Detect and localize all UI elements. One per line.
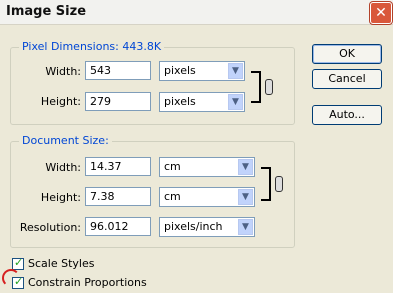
- document-size-legend: Document Size:: [19, 134, 112, 147]
- resolution-unit-select[interactable]: pixels/inch ▼: [159, 217, 255, 237]
- pixel-height-label: Height:: [40, 95, 81, 108]
- pixel-width-unit-value: pixels: [164, 64, 196, 77]
- doc-height-input[interactable]: 7.38: [85, 187, 151, 206]
- doc-height-unit-value: cm: [164, 190, 181, 203]
- pixel-link-bracket: [251, 71, 261, 103]
- chevron-down-icon[interactable]: ▼: [228, 63, 243, 79]
- pixel-height-unit-select[interactable]: pixels ▼: [159, 92, 245, 112]
- window-title: Image Size: [6, 4, 87, 19]
- resolution-unit-value: pixels/inch: [164, 220, 223, 233]
- chevron-down-icon[interactable]: ▼: [238, 219, 253, 235]
- pixel-height-input[interactable]: 279: [85, 92, 151, 111]
- annotation-circle: [2, 269, 20, 287]
- pixel-dimensions-group: Pixel Dimensions: 443.8K Width: 543 pixe…: [10, 40, 295, 125]
- auto-button[interactable]: Auto...: [312, 105, 382, 125]
- doc-width-unit-value: cm: [164, 160, 181, 173]
- pixel-width-label: Width:: [45, 65, 81, 78]
- scale-styles-label: Scale Styles: [28, 257, 95, 270]
- doc-height-unit-select[interactable]: cm ▼: [159, 187, 255, 207]
- doc-height-label: Height:: [40, 191, 81, 204]
- title-bar: Image Size ✕: [0, 0, 393, 25]
- chevron-down-icon[interactable]: ▼: [228, 94, 243, 110]
- constrain-proportions-label: Constrain Proportions: [28, 276, 147, 289]
- doc-width-label: Width:: [45, 161, 81, 174]
- pixel-size-value: 443.8K: [122, 40, 162, 53]
- chain-link-icon: [265, 79, 273, 95]
- ok-button[interactable]: OK: [312, 44, 382, 64]
- close-icon: ✕: [375, 5, 387, 21]
- chevron-down-icon[interactable]: ▼: [238, 189, 253, 205]
- doc-link-bracket: [261, 167, 271, 201]
- dialog-body: Pixel Dimensions: 443.8K Width: 543 pixe…: [0, 25, 393, 293]
- cancel-button[interactable]: Cancel: [312, 69, 382, 89]
- close-button[interactable]: ✕: [370, 2, 392, 24]
- pixel-width-unit-select[interactable]: pixels ▼: [159, 61, 245, 81]
- resolution-input[interactable]: 96.012: [85, 217, 151, 236]
- pixel-width-input[interactable]: 543: [85, 61, 151, 80]
- pixel-dimensions-label: Pixel Dimensions:: [22, 40, 119, 53]
- chain-link-icon: [275, 176, 283, 192]
- scale-styles-checkbox[interactable]: ✓: [12, 256, 24, 270]
- document-size-group: Document Size: Width: 14.37 cm ▼ Height:…: [10, 134, 295, 248]
- pixel-dimensions-legend: Pixel Dimensions: 443.8K: [19, 40, 165, 53]
- checkmark-icon: ✓: [14, 256, 24, 269]
- resolution-label: Resolution:: [19, 221, 81, 234]
- doc-width-input[interactable]: 14.37: [85, 157, 151, 176]
- chevron-down-icon[interactable]: ▼: [238, 159, 253, 175]
- pixel-height-unit-value: pixels: [164, 95, 196, 108]
- doc-width-unit-select[interactable]: cm ▼: [159, 157, 255, 177]
